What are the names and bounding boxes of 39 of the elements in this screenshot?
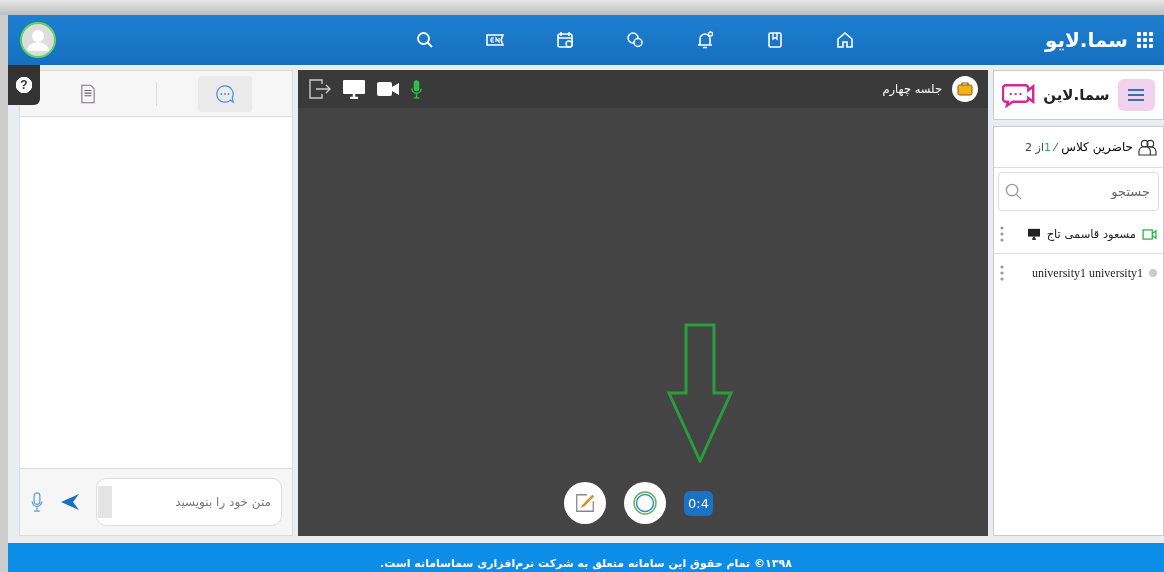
home-icon[interactable]	[834, 30, 855, 50]
document-icon	[80, 83, 95, 104]
logo-text: سما.لاین	[1043, 86, 1110, 104]
search-field[interactable]: جستجو	[998, 172, 1159, 211]
more-icon[interactable]	[1000, 265, 1004, 281]
chat-bubbles-icon[interactable]	[624, 30, 645, 50]
more-icon[interactable]	[1000, 226, 1004, 242]
avatar-icon[interactable]	[20, 22, 56, 58]
chat-camera-logo-icon	[1002, 82, 1036, 108]
chat-bubble-icon	[214, 83, 235, 104]
search-icon	[1004, 182, 1023, 201]
microphone-icon[interactable]	[30, 491, 44, 513]
record-button[interactable]	[624, 482, 666, 524]
calendar-icon[interactable]	[554, 30, 575, 50]
exit-icon[interactable]	[308, 78, 332, 100]
help-button[interactable]: ?	[8, 65, 40, 105]
video-camera-icon[interactable]	[376, 81, 400, 97]
participants-title: حاضرین کلاس	[1061, 140, 1133, 154]
send-icon[interactable]	[60, 493, 80, 511]
participant-row[interactable]: university1 university1	[994, 254, 1163, 292]
people-icon	[1138, 138, 1157, 156]
menu-button[interactable]	[1117, 79, 1155, 111]
edit-icon	[574, 492, 596, 514]
monitor-icon[interactable]	[342, 79, 366, 99]
microphone-icon[interactable]	[410, 78, 423, 100]
menu-icon	[1127, 88, 1146, 102]
participant-row[interactable]: مسعود قاسمی تاج	[994, 215, 1163, 254]
session-title: جلسه چهارم	[882, 82, 942, 96]
participant-name: مسعود قاسمی تاج	[1046, 227, 1136, 241]
apps-grid-icon[interactable]	[1136, 31, 1154, 49]
copyright-text: ۱۳۹۸© تمام حقوق این سامانه متعلق به شرکت نرم‌افزاری سماسامانه است.	[380, 557, 792, 570]
briefcase-icon	[952, 76, 978, 102]
search-icon[interactable]	[414, 30, 435, 50]
brand-name: سما.لایو	[1044, 28, 1128, 52]
timer-badge: 0:4	[684, 490, 713, 516]
ring-icon	[632, 490, 658, 516]
message-field[interactable]: متن خود را بنویسید	[96, 478, 282, 526]
participant-name: university1 university1	[1032, 265, 1143, 281]
edit-button[interactable]	[564, 482, 606, 524]
